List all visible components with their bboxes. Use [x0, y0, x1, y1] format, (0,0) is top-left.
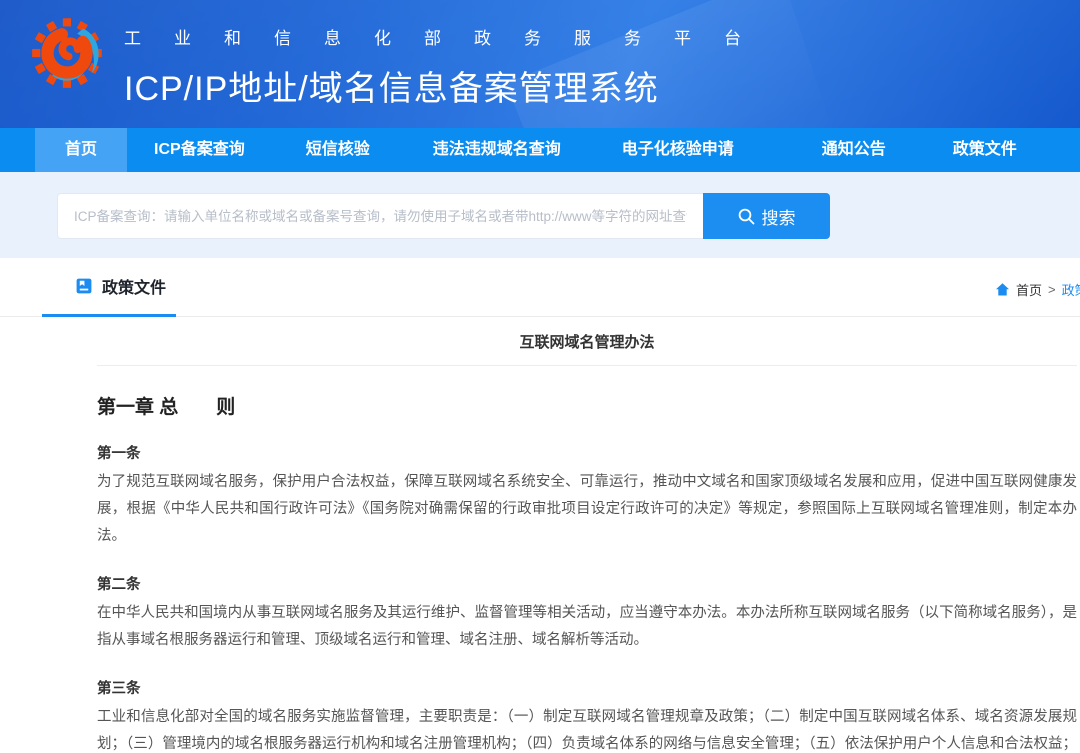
breadcrumb: 首页 > 政策文件	[995, 280, 1080, 299]
book-icon	[75, 277, 93, 295]
platform-name: 工业和信息化部政务服务平台	[124, 24, 774, 49]
document-title: 互联网域名管理办法	[97, 317, 1077, 366]
nav-item-policy-files[interactable]: 政策文件	[953, 128, 1017, 172]
section-title: 政策文件	[102, 274, 166, 298]
law-article-2: 第二条 在中华人民共和国境内从事互联网域名服务及其运行维护、监督管理等相关活动，…	[97, 573, 1077, 654]
nav-item-notices[interactable]: 通知公告	[822, 128, 886, 172]
nav-item-e-verify-apply[interactable]: 电子化核验申请	[622, 128, 734, 172]
site-title: ICP/IP地址/域名信息备案管理系统	[124, 61, 774, 110]
home-icon	[995, 282, 1010, 297]
section-tab-bar: 政策文件 首页 > 政策文件	[0, 258, 1080, 317]
search-button[interactable]: 搜索	[703, 193, 830, 239]
policy-article: 互联网域名管理办法 第一章 总 则 第一条 为了规范互联网域名服务，保护用户合法…	[97, 317, 1077, 753]
law-article-heading: 第一条	[97, 442, 1077, 463]
law-article-body: 工业和信息化部对全国的域名服务实施监督管理，主要职责是：（一）制定互联网域名管理…	[97, 704, 1077, 753]
icp-search-input[interactable]	[57, 193, 703, 239]
nav-item-sms-verify[interactable]: 短信核验	[306, 128, 370, 172]
content-panel: 政策文件 首页 > 政策文件 互联网域名管理办法 第一章 总 则 第一条 为了规…	[0, 258, 1080, 753]
law-article-body: 为了规范互联网域名服务，保护用户合法权益，保障互联网域名系统安全、可靠运行，推动…	[97, 469, 1077, 550]
law-article-3: 第三条 工业和信息化部对全国的域名服务实施监督管理，主要职责是：（一）制定互联网…	[97, 677, 1077, 753]
breadcrumb-separator: >	[1048, 282, 1056, 297]
law-article-heading: 第三条	[97, 677, 1077, 698]
law-article-body: 在中华人民共和国境内从事互联网域名服务及其运行维护、监督管理等相关活动，应当遵守…	[97, 600, 1077, 654]
gear-e-logo-icon	[32, 8, 106, 94]
main-nav: 首页 ICP备案查询 短信核验 违法违规域名查询 电子化核验申请 通知公告 政策…	[0, 128, 1080, 172]
tab-policy-files[interactable]: 政策文件	[42, 258, 176, 317]
site-header: 工业和信息化部政务服务平台 ICP/IP地址/域名信息备案管理系统	[0, 0, 1080, 128]
breadcrumb-home[interactable]: 首页	[1016, 280, 1042, 299]
search-icon	[738, 208, 755, 225]
chapter-heading: 第一章 总 则	[97, 392, 1077, 419]
nav-item-icp-query[interactable]: ICP备案查询	[154, 128, 245, 172]
search-section: 搜索 网站 APP 小程序 快应用	[0, 172, 1080, 258]
breadcrumb-current[interactable]: 政策文件	[1062, 280, 1080, 299]
miit-logo[interactable]	[32, 8, 106, 94]
search-button-label: 搜索	[762, 204, 796, 229]
law-article-heading: 第二条	[97, 573, 1077, 594]
nav-item-home[interactable]: 首页	[35, 128, 127, 172]
nav-item-illegal-domain-query[interactable]: 违法违规域名查询	[433, 128, 561, 172]
law-article-1: 第一条 为了规范互联网域名服务，保护用户合法权益，保障互联网域名系统安全、可靠运…	[97, 442, 1077, 550]
